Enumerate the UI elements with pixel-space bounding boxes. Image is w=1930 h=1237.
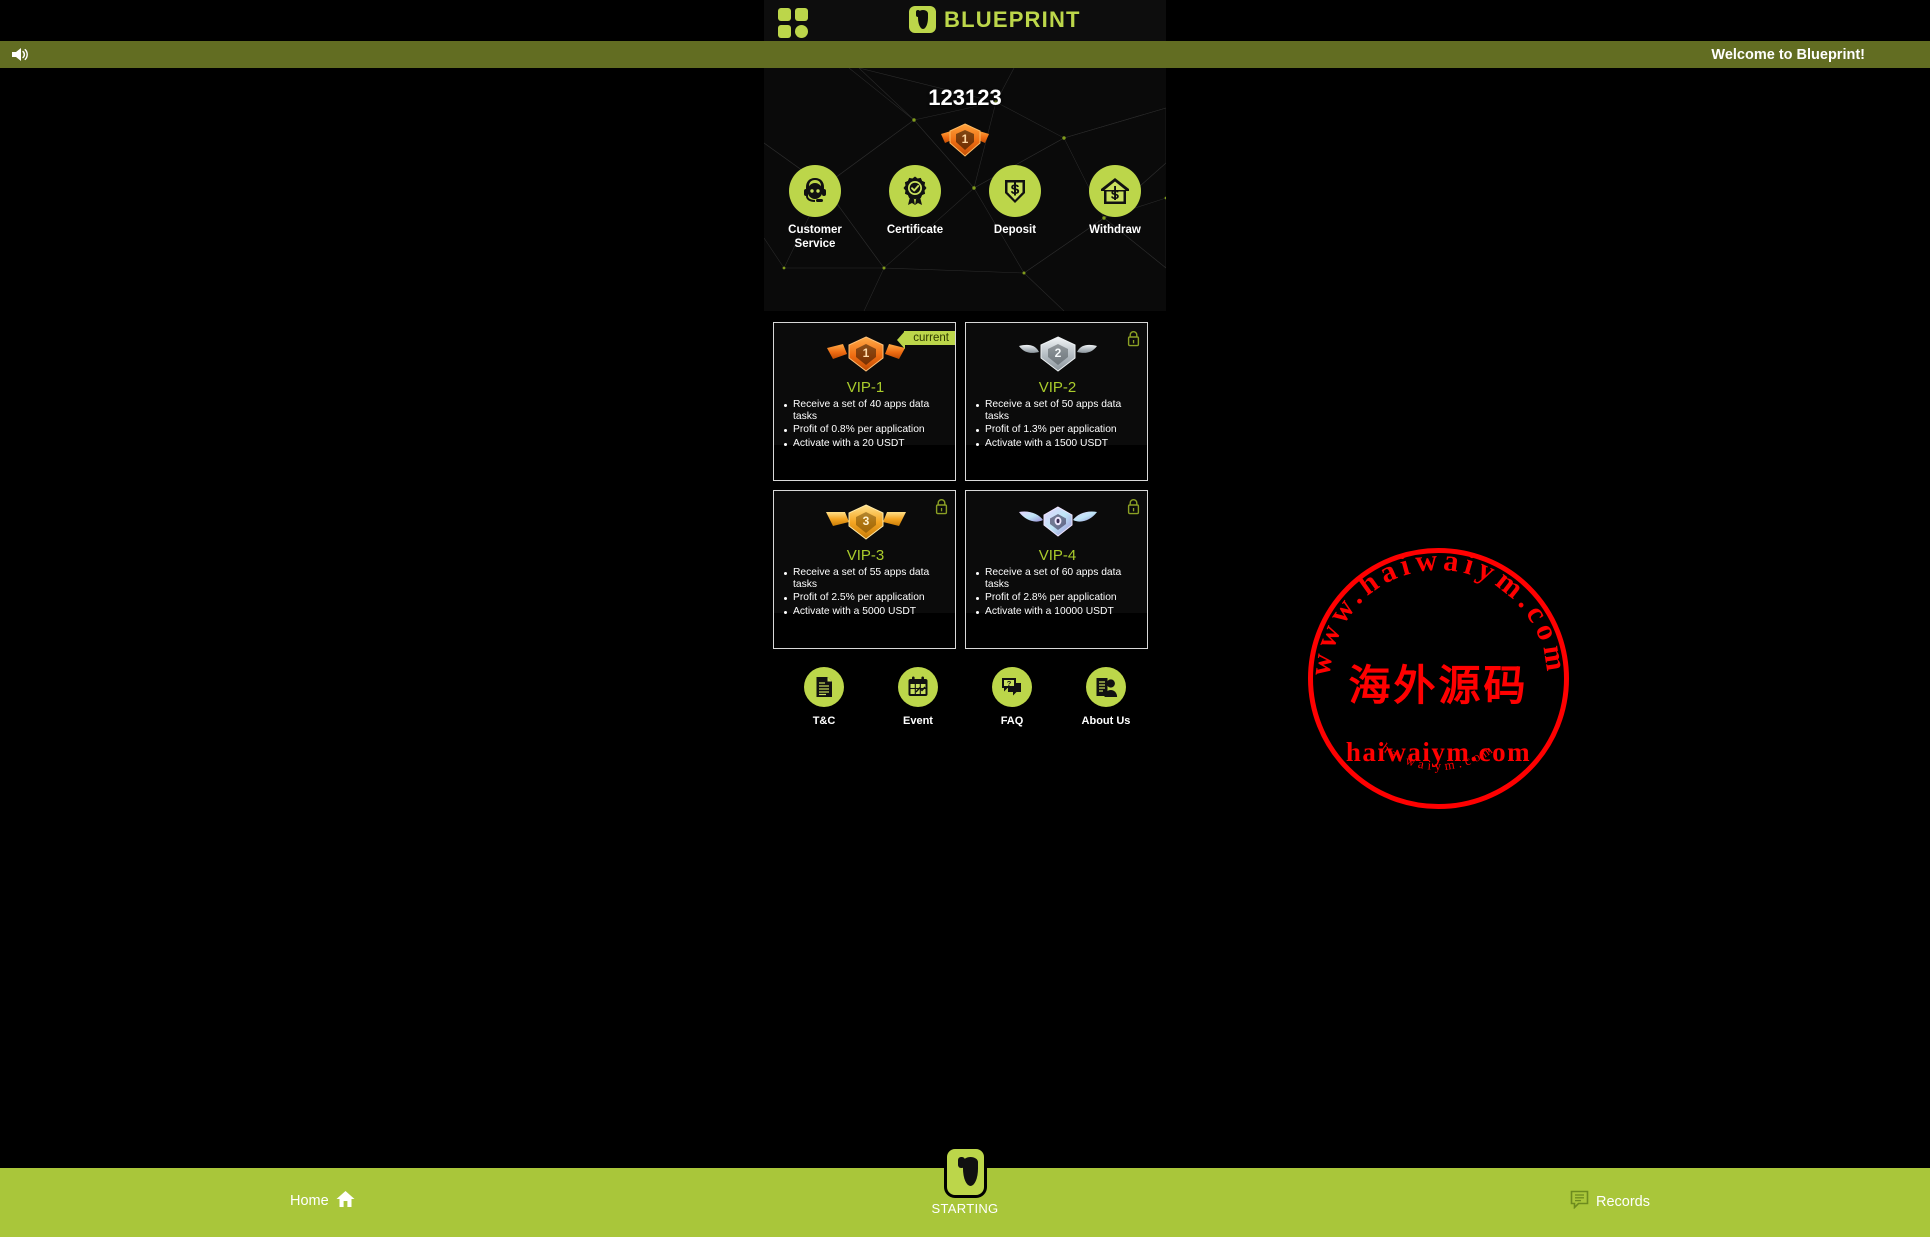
info-link-label: Event xyxy=(903,715,933,727)
svg-text:haiwaiym.com: haiwaiym.com xyxy=(1379,740,1498,773)
profile-hero: 123123 1 Customer Service Certificate De… xyxy=(764,68,1166,311)
info-link-event[interactable]: Event xyxy=(887,667,949,747)
notice-bar: Welcome to Blueprint! xyxy=(0,41,1930,68)
records-icon xyxy=(1570,1190,1589,1213)
vip-card-title: VIP-2 xyxy=(1038,379,1077,396)
document-icon xyxy=(804,667,844,707)
vip-perk: Profit of 1.3% per application xyxy=(975,424,1143,436)
customer-service-icon xyxy=(789,165,841,217)
vip-card-1[interactable]: current 1 VIP-1 Receive a set of 40 apps… xyxy=(773,322,956,481)
question-chat-icon: ? xyxy=(992,667,1032,707)
nav-home-label: Home xyxy=(290,1193,329,1209)
vip-perk: Receive a set of 60 apps data tasks xyxy=(975,567,1143,590)
vip-4-badge-icon xyxy=(966,499,1147,543)
notice-text: Welcome to Blueprint! xyxy=(1711,46,1865,63)
svg-text:2: 2 xyxy=(1054,346,1061,360)
vip-perk: Activate with a 1500 USDT xyxy=(975,438,1143,450)
svg-text:www.haiwaiym.com: www.haiwaiym.com xyxy=(1305,545,1572,678)
vip-1-rank-badge-icon: 1 xyxy=(935,118,995,162)
quick-action-label: Certificate xyxy=(886,224,944,236)
calendar-icon xyxy=(898,667,938,707)
quick-action-label: Deposit xyxy=(993,224,1037,236)
vip-card-perks: Receive a set of 40 apps data tasks Prof… xyxy=(783,399,951,451)
home-icon xyxy=(336,1190,355,1212)
vip-card-3[interactable]: 3 VIP-3 Receive a set of 55 apps data ta… xyxy=(773,490,956,649)
vip-perk: Receive a set of 40 apps data tasks xyxy=(783,399,951,422)
vip-card-perks: Receive a set of 60 apps data tasks Prof… xyxy=(975,567,1143,619)
user-id: 123123 xyxy=(928,85,1002,110)
vip-perk: Activate with a 5000 USDT xyxy=(783,606,951,618)
info-link-label: About Us xyxy=(1081,715,1131,727)
info-link-faq[interactable]: ? FAQ xyxy=(981,667,1043,747)
vip-perk: Profit of 2.5% per application xyxy=(783,592,951,604)
svg-text:3: 3 xyxy=(862,514,869,528)
info-link-label: FAQ xyxy=(1000,715,1024,727)
svg-text:1: 1 xyxy=(862,346,869,360)
nav-center-label: STARTING xyxy=(931,1201,999,1216)
vip-levels-grid: current 1 VIP-1 Receive a set of 40 apps… xyxy=(764,311,1166,649)
vip-perk: Activate with a 10000 USDT xyxy=(975,606,1143,618)
quick-action-certificate[interactable]: Certificate xyxy=(879,165,951,275)
svg-text:1: 1 xyxy=(962,132,969,146)
withdraw-icon: S xyxy=(1089,165,1141,217)
quick-action-customer-service[interactable]: Customer Service xyxy=(779,165,851,275)
info-link-about-us[interactable]: About Us xyxy=(1075,667,1137,747)
deposit-icon: S xyxy=(989,165,1041,217)
app-header: BLUEPRINT xyxy=(764,0,1166,46)
lock-icon xyxy=(1127,498,1140,520)
site-watermark: www.haiwaiym.com 海外源码 haiwaiym.com haiwa… xyxy=(1303,543,1572,812)
main-content-column: 123123 1 Customer Service Certificate De… xyxy=(764,68,1166,1237)
certificate-icon xyxy=(889,165,941,217)
brand: BLUEPRINT xyxy=(909,6,1081,33)
svg-text:海外源码: 海外源码 xyxy=(1348,661,1528,710)
svg-text:haiwaiym.com: haiwaiym.com xyxy=(1346,737,1531,767)
brand-name: BLUEPRINT xyxy=(944,6,1081,32)
vip-card-perks: Receive a set of 55 apps data tasks Prof… xyxy=(783,567,951,619)
blueprint-logo-icon xyxy=(909,6,936,33)
grid-apps-icon[interactable] xyxy=(778,8,810,38)
vip-3-badge-icon: 3 xyxy=(774,499,955,543)
vip-card-title: VIP-1 xyxy=(846,379,885,396)
info-link-label: T&C xyxy=(812,715,836,727)
svg-text:?: ? xyxy=(1007,679,1012,688)
nav-item-records[interactable]: Records xyxy=(1570,1190,1650,1213)
info-links-row: T&C Event ? FAQ About Us xyxy=(764,667,1166,747)
vip-card-4[interactable]: VIP-4 Receive a set of 60 apps data task… xyxy=(965,490,1148,649)
vip-card-title: VIP-4 xyxy=(1038,547,1077,564)
info-link-tc[interactable]: T&C xyxy=(793,667,855,747)
speaker-icon[interactable] xyxy=(10,46,30,63)
quick-action-label: Customer Service xyxy=(788,224,842,250)
blueprint-logo-icon xyxy=(943,1146,987,1198)
quick-action-withdraw[interactable]: S Withdraw xyxy=(1079,165,1151,275)
lock-icon xyxy=(1127,330,1140,352)
bottom-navigation: Home STARTING Records xyxy=(0,1146,1930,1237)
vip-perk: Receive a set of 50 apps data tasks xyxy=(975,399,1143,422)
vip-perk: Profit of 2.8% per application xyxy=(975,592,1143,604)
vip-card-2[interactable]: 2 VIP-2 Receive a set of 50 apps data ta… xyxy=(965,322,1148,481)
quick-actions: Customer Service Certificate Deposit Wit… xyxy=(764,165,1166,275)
lock-icon xyxy=(935,498,948,520)
person-info-icon xyxy=(1086,667,1126,707)
nav-item-home[interactable]: Home xyxy=(290,1190,355,1212)
vip-card-title: VIP-3 xyxy=(846,547,885,564)
quick-action-deposit[interactable]: S Deposit xyxy=(979,165,1051,275)
nav-records-label: Records xyxy=(1596,1193,1650,1210)
app-root: BLUEPRINT Welcome to Blueprint! 123123 1… xyxy=(0,0,1930,1237)
nav-item-starting[interactable]: STARTING xyxy=(923,1146,1007,1216)
vip-card-perks: Receive a set of 50 apps data tasks Prof… xyxy=(975,399,1143,451)
vip-2-badge-icon: 2 xyxy=(966,331,1147,375)
vip-perk: Activate with a 20 USDT xyxy=(783,438,951,450)
current-level-badge: current xyxy=(897,331,955,349)
vip-perk: Receive a set of 55 apps data tasks xyxy=(783,567,951,590)
quick-action-label: Withdraw xyxy=(1089,224,1141,236)
vip-perk: Profit of 0.8% per application xyxy=(783,424,951,436)
